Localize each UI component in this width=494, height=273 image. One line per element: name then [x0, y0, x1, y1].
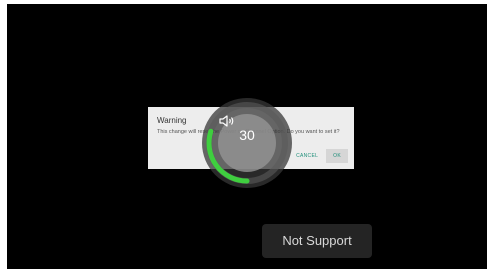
dialog-title: Warning	[157, 116, 187, 125]
cancel-button[interactable]: CANCEL	[292, 150, 322, 162]
ok-button[interactable]: OK	[326, 149, 348, 163]
volume-inner-circle: 30	[218, 114, 276, 172]
volume-indicator: 30	[202, 98, 292, 188]
volume-value: 30	[239, 127, 255, 143]
tv-screen: Warning This change will reset the Power…	[7, 4, 487, 269]
speaker-icon	[219, 115, 234, 127]
not-support-toast: Not Support	[262, 224, 372, 258]
dialog-actions: CANCEL OK	[292, 149, 348, 163]
